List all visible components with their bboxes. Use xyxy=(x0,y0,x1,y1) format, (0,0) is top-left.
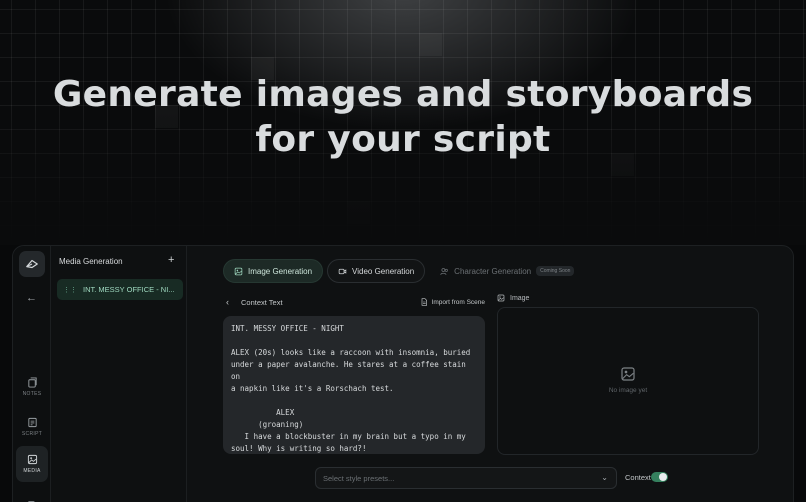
hero-section: Generate images and storyboards for your… xyxy=(0,0,806,245)
tab-character-generation: Character Generation Coming Soon xyxy=(429,259,585,283)
generation-tabs: Image Generation Video Generation Charac… xyxy=(223,259,585,283)
tab-image-generation[interactable]: Image Generation xyxy=(223,259,324,283)
chevron-down-icon: ⌄ xyxy=(601,473,608,482)
notes-icon xyxy=(27,377,37,388)
context-toggle[interactable] xyxy=(651,472,668,482)
logo-icon xyxy=(26,259,38,269)
script-icon xyxy=(27,417,37,428)
chevron-left-icon[interactable]: ‹ xyxy=(226,297,229,307)
style-presets-select[interactable]: Select style presets... ⌄ xyxy=(315,467,617,489)
no-image-text: No image yet xyxy=(608,387,648,394)
image-empty-state: No image yet xyxy=(498,366,758,394)
tab-label: Character Generation xyxy=(454,266,532,276)
hero-title-line-1: Generate images and storyboards xyxy=(52,74,754,115)
rail-item-media[interactable]: MEDIA xyxy=(16,446,48,482)
style-presets-placeholder: Select style presets... xyxy=(323,474,395,483)
app-window: ← NOTES SCRIPT MEDIA Media Generation + … xyxy=(12,245,794,502)
scene-list-item[interactable]: ⋮⋮ INT. MESSY OFFICE - NI... xyxy=(57,279,183,300)
rail-item-label: MEDIA xyxy=(23,468,41,474)
media-generation-panel: Media Generation + ⋮⋮ INT. MESSY OFFICE … xyxy=(51,246,187,502)
context-text-area[interactable]: INT. MESSY OFFICE - NIGHT ALEX (20s) loo… xyxy=(223,316,485,454)
document-icon xyxy=(421,298,427,306)
toggle-knob xyxy=(659,473,667,481)
rail-item-label: NOTES xyxy=(22,391,42,397)
image-icon xyxy=(497,294,505,302)
context-text-label: Context Text xyxy=(241,298,283,307)
context-toggle-label: Context xyxy=(625,473,651,482)
rail-item-script[interactable]: SCRIPT xyxy=(16,409,48,445)
video-icon xyxy=(27,500,37,502)
rail-item-notes[interactable]: NOTES xyxy=(16,369,48,405)
add-scene-button[interactable]: + xyxy=(168,254,174,266)
scene-item-label: INT. MESSY OFFICE - NI... xyxy=(83,285,175,294)
coming-soon-badge: Coming Soon xyxy=(536,266,575,276)
image-icon xyxy=(234,267,243,275)
drag-handle-icon[interactable]: ⋮⋮ xyxy=(63,286,77,294)
back-arrow-icon[interactable]: ← xyxy=(26,292,37,304)
hero-title-line-2: for your script xyxy=(255,119,551,160)
image-placeholder-icon xyxy=(621,367,635,381)
hero-title: Generate images and storyboards for your… xyxy=(0,72,806,162)
image-header: Image xyxy=(497,294,529,302)
tab-label: Video Generation xyxy=(352,266,415,276)
users-icon xyxy=(440,267,449,275)
panel-title: Media Generation xyxy=(59,257,123,266)
tab-label: Image Generation xyxy=(248,266,313,276)
rail-item-label: SCRIPT xyxy=(21,431,43,437)
tab-video-generation[interactable]: Video Generation xyxy=(327,259,426,283)
rail-item-video[interactable] xyxy=(16,486,48,502)
video-icon xyxy=(338,268,347,274)
media-icon xyxy=(27,454,37,465)
context-header: ‹ Context Text Import from Scene xyxy=(223,297,485,311)
nav-rail: ← NOTES SCRIPT MEDIA xyxy=(13,246,51,502)
import-label: Import from Scene xyxy=(431,298,485,306)
import-from-scene-button[interactable]: Import from Scene xyxy=(420,298,485,306)
image-preview-area: No image yet xyxy=(497,307,759,455)
image-label: Image xyxy=(510,294,530,302)
logo-button[interactable] xyxy=(19,251,45,277)
